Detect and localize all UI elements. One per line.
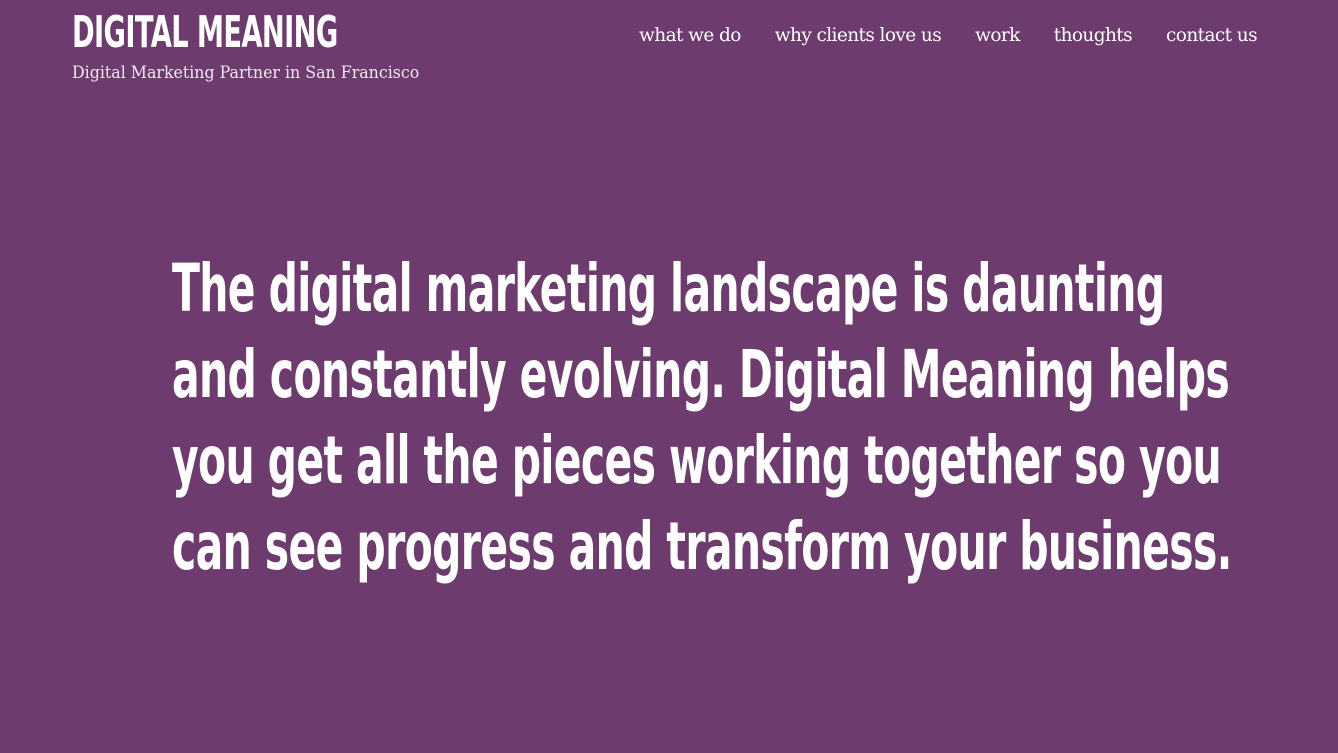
nav-item-thoughts[interactable]: thoughts xyxy=(1054,22,1133,50)
nav-item-contact-us[interactable]: contact us xyxy=(1166,22,1258,50)
nav-item-work[interactable]: work xyxy=(975,22,1020,50)
nav-item-why-clients-love-us[interactable]: why clients love us xyxy=(775,22,942,50)
hero-section: The digital marketing landscape is daunt… xyxy=(172,246,1302,590)
hero-statement: The digital marketing landscape is daunt… xyxy=(172,250,1232,585)
main-nav: what we do why clients love us work thou… xyxy=(639,22,1258,50)
site-logo-title[interactable]: DIGITAL MEANING xyxy=(72,8,338,58)
nav-item-what-we-do[interactable]: what we do xyxy=(639,22,741,50)
site-tagline: Digital Marketing Partner in San Francis… xyxy=(72,63,420,83)
site-header: DIGITAL MEANING Digital Marketing Partne… xyxy=(0,0,1338,100)
